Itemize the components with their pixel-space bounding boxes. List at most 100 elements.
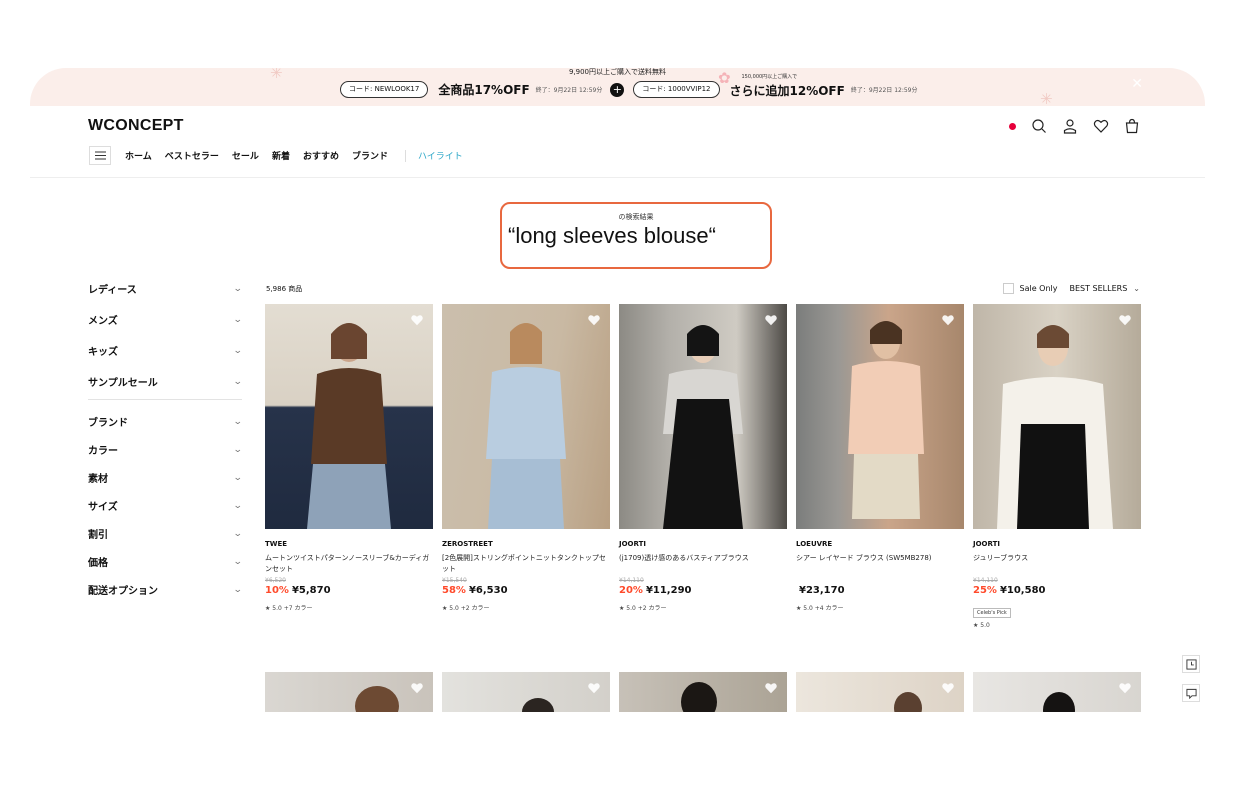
chevron-down-icon: ⌄	[233, 444, 244, 455]
filter-size[interactable]: サイズ ⌄	[88, 498, 244, 514]
filter-kids[interactable]: キッズ ⌄	[88, 343, 243, 359]
site-logo[interactable]: WCONCEPT	[88, 117, 184, 135]
nav-sale[interactable]: セール	[232, 149, 259, 162]
close-icon[interactable]: ✕	[1131, 76, 1143, 92]
filter-color[interactable]: カラー ⌄	[88, 442, 244, 458]
product-image[interactable]	[442, 672, 610, 712]
chevron-down-icon: ⌄	[233, 500, 244, 511]
product-image[interactable]	[265, 304, 433, 529]
product-meta: ★ 5.0 +2 カラー	[442, 605, 490, 612]
nav-highlight[interactable]: ハイライト	[418, 149, 463, 162]
product-image[interactable]	[973, 672, 1141, 712]
wishlist-heart-icon[interactable]	[1118, 313, 1132, 327]
chat-icon	[1185, 688, 1197, 699]
chevron-down-icon: ⌄	[233, 472, 244, 483]
main-nav: ホーム ベストセラー セール 新着 おすすめ ブランド ハイライト	[89, 146, 463, 165]
filter-sample-sale[interactable]: サンプルセール ⌄	[88, 374, 243, 390]
filter-shipping-option[interactable]: 配送オプション ⌄	[88, 582, 244, 598]
product-meta: ★ 5.0 +7 カラー	[265, 605, 313, 612]
product-card[interactable]	[796, 672, 964, 712]
filter-brand[interactable]: ブランド ⌄	[88, 414, 243, 430]
wishlist-heart-icon[interactable]	[764, 313, 778, 327]
coupon-code-1[interactable]: コード: NEWLOOK17	[340, 81, 429, 98]
product-image[interactable]	[796, 304, 964, 529]
wishlist-heart-icon[interactable]	[941, 313, 955, 327]
chevron-down-icon[interactable]: ⌄	[1133, 284, 1140, 293]
wishlist-heart-icon[interactable]	[587, 681, 601, 695]
wishlist-heart-icon[interactable]	[941, 681, 955, 695]
product-title[interactable]: ムートンツイストパターンノースリーブ&カーディガンセット	[265, 553, 433, 577]
product-brand[interactable]: JOORTI	[973, 540, 1141, 550]
nav-new[interactable]: 新着	[272, 149, 290, 162]
sort-dropdown[interactable]: BEST SELLERS	[1070, 284, 1128, 293]
filter-label: レディース	[88, 285, 137, 296]
product-brand[interactable]: TWEE	[265, 540, 433, 550]
product-image[interactable]	[796, 672, 964, 712]
chevron-down-icon: ⌄	[233, 584, 244, 595]
plus-icon: +	[610, 82, 625, 97]
product-card[interactable]: LOEUVRE シアー レイヤード ブラウス (SW5MB278) ¥23,17…	[796, 304, 964, 612]
filter-discount[interactable]: 割引 ⌄	[88, 526, 244, 542]
user-icon[interactable]	[1062, 118, 1078, 134]
nav-recommended[interactable]: おすすめ	[303, 149, 339, 162]
product-title[interactable]: [2色展開]ストリングポイントニットタンクトップセット	[442, 553, 610, 577]
chat-button[interactable]	[1182, 684, 1200, 702]
product-card[interactable]	[973, 672, 1141, 712]
discount-rate: 25%	[973, 585, 997, 596]
nav-bestsellers[interactable]: ベストセラー	[165, 149, 219, 162]
search-icon[interactable]	[1031, 118, 1047, 134]
shopping-bag-icon[interactable]	[1124, 118, 1140, 134]
deal-2-end: 終了：9月22日 12:59分	[850, 87, 918, 94]
sale-only-label[interactable]: Sale Only	[1020, 284, 1058, 293]
wishlist-heart-icon[interactable]	[410, 681, 424, 695]
chevron-down-icon: ⌄	[233, 314, 244, 325]
product-title[interactable]: シアー レイヤード ブラウス (SW5MB278)	[796, 553, 964, 577]
free-shipping-text: 9,900円以上ご購入で送料無料	[568, 68, 667, 76]
nav-home[interactable]: ホーム	[125, 149, 152, 162]
product-card[interactable]: TWEE ムートンツイストパターンノースリーブ&カーディガンセット ¥6,520…	[265, 304, 433, 612]
hamburger-menu-button[interactable]	[89, 146, 111, 165]
heart-icon[interactable]	[1093, 118, 1109, 134]
price-row: 20% ¥11,290	[619, 585, 787, 599]
filter-material[interactable]: 素材 ⌄	[88, 470, 244, 486]
wishlist-heart-icon[interactable]	[410, 313, 424, 327]
product-meta: ★ 5.0	[973, 622, 990, 629]
product-card[interactable]: JOORTI (j1709)透け感のあるバスティアブラウス ¥14,110 20…	[619, 304, 787, 612]
celeb-pick-badge: Celeb's Pick	[973, 608, 1011, 618]
filter-sidebar: レディース ⌄ メンズ ⌄ キッズ ⌄ サンプルセール ⌄ ブランド ⌄ カラー ⌄ 素材 ⌄…	[88, 281, 244, 598]
product-image[interactable]	[973, 304, 1141, 529]
product-image[interactable]	[265, 672, 433, 712]
chevron-down-icon: ⌄	[233, 528, 244, 539]
product-card[interactable]: JOORTI ジュリーブラウス ¥14,110 25% ¥10,580 Celeb…	[973, 304, 1141, 629]
product-image[interactable]	[619, 672, 787, 712]
coupon-code-2[interactable]: コード: 1000VVIP12	[633, 81, 720, 98]
product-image[interactable]	[619, 304, 787, 529]
nav-brand[interactable]: ブランド	[352, 149, 388, 162]
filter-mens[interactable]: メンズ ⌄	[88, 312, 244, 328]
price-row: 58% ¥6,530	[442, 585, 610, 599]
product-card[interactable]: ZEROSTREET [2色展開]ストリングポイントニットタンクトップセット ¥…	[442, 304, 610, 612]
product-card[interactable]	[619, 672, 787, 712]
filter-label: 素材	[88, 474, 108, 485]
product-title[interactable]: ジュリーブラウス	[973, 553, 1141, 577]
product-image[interactable]	[442, 304, 610, 529]
sale-only-checkbox[interactable]	[1002, 283, 1014, 294]
product-meta: ★ 5.0 +4 カラー	[796, 605, 844, 612]
discount-rate: 58%	[442, 585, 466, 596]
product-brand[interactable]: JOORTI	[619, 540, 787, 550]
product-card[interactable]	[265, 672, 433, 712]
recently-viewed-button[interactable]	[1182, 655, 1200, 673]
wishlist-heart-icon[interactable]	[764, 681, 778, 695]
filter-ladies[interactable]: レディース ⌄	[88, 281, 243, 297]
search-query: “long sleeves blouse“	[508, 223, 716, 248]
original-price: ¥14,110	[973, 577, 998, 584]
wishlist-heart-icon[interactable]	[1118, 681, 1132, 695]
product-brand[interactable]: LOEUVRE	[796, 540, 964, 550]
product-brand[interactable]: ZEROSTREET	[442, 540, 610, 550]
sort-controls: Sale Only BEST SELLERS ⌄	[1002, 283, 1140, 294]
product-title[interactable]: (j1709)透け感のあるバスティアブラウス	[619, 553, 787, 577]
product-card[interactable]	[442, 672, 610, 712]
wishlist-heart-icon[interactable]	[587, 313, 601, 327]
filter-label: サイズ	[88, 502, 118, 513]
filter-price[interactable]: 価格 ⌄	[88, 554, 243, 570]
